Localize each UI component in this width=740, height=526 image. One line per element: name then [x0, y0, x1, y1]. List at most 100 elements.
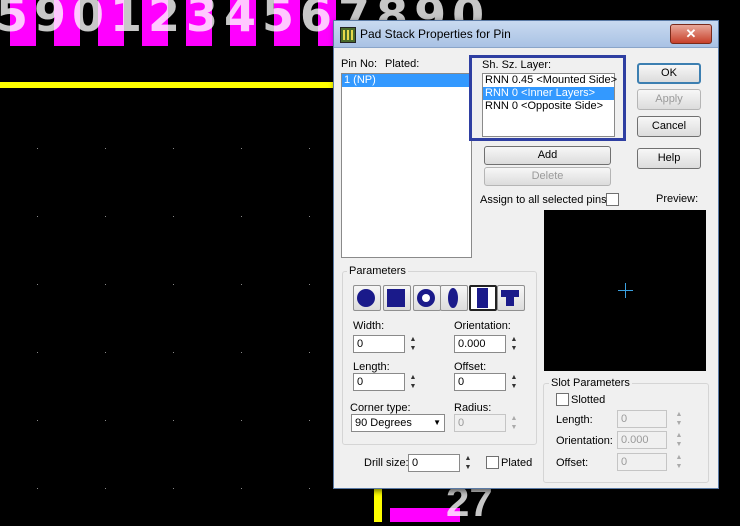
- radius-input[interactable]: 0: [454, 414, 506, 432]
- drill-size-spinner-icon[interactable]: ▲ ▼: [463, 454, 473, 472]
- slot-orientation-spinner-icon[interactable]: ▲ ▼: [674, 431, 684, 449]
- grid-dot: [37, 488, 38, 489]
- assign-all-label: Assign to all selected pins: [480, 194, 607, 206]
- grid-dot: [241, 216, 242, 217]
- grid-dot: [173, 216, 174, 217]
- offset-input[interactable]: 0: [454, 373, 506, 391]
- width-label: Width:: [353, 320, 385, 332]
- orientation-label: Orientation:: [454, 320, 511, 332]
- drill-plated-checkbox[interactable]: [486, 456, 499, 469]
- slot-length-spinner-icon[interactable]: ▲ ▼: [674, 410, 684, 428]
- slot-length-label: Length:: [556, 414, 593, 426]
- odd-shape-button[interactable]: [497, 285, 525, 311]
- orientation-input[interactable]: 0.000: [454, 335, 506, 353]
- rectangle-shape-icon: [477, 288, 488, 308]
- slot-offset-input[interactable]: 0: [617, 453, 667, 471]
- assign-all-checkbox[interactable]: [606, 193, 619, 206]
- width-input[interactable]: 0: [353, 335, 405, 353]
- slot-parameters-title: Slot Parameters: [549, 377, 632, 389]
- app-icon: [340, 27, 356, 43]
- pin-list[interactable]: 1 (NP): [341, 73, 472, 258]
- annular-shape-icon: [417, 289, 435, 307]
- title-bar[interactable]: Pad Stack Properties for Pin ✕: [334, 21, 718, 48]
- corner-type-label: Corner type:: [350, 402, 411, 414]
- grid-dot: [173, 148, 174, 149]
- chevron-down-icon: ▼: [433, 418, 441, 427]
- grid-dot: [37, 420, 38, 421]
- grid-dot: [37, 148, 38, 149]
- silkscreen-line: [0, 82, 340, 88]
- delete-button[interactable]: Delete: [484, 167, 611, 186]
- round-shape-button[interactable]: [353, 285, 381, 311]
- round-shape-icon: [357, 289, 375, 307]
- length-spinner-icon[interactable]: ▲ ▼: [408, 373, 418, 391]
- ok-button[interactable]: OK: [637, 63, 701, 84]
- grid-dot: [105, 216, 106, 217]
- annotation-highlight-box: [469, 55, 626, 141]
- grid-dot: [309, 284, 310, 285]
- grid-dot: [309, 488, 310, 489]
- rectangle-shape-button[interactable]: [469, 285, 497, 311]
- grid-dot: [105, 420, 106, 421]
- slot-orientation-input[interactable]: 0.000: [617, 431, 667, 449]
- grid-dot: [241, 488, 242, 489]
- add-button[interactable]: Add: [484, 146, 611, 165]
- grid-dot: [241, 352, 242, 353]
- length-label: Length:: [353, 361, 390, 373]
- slot-orientation-label: Orientation:: [556, 435, 613, 447]
- square-shape-icon: [387, 289, 405, 307]
- radius-label: Radius:: [454, 402, 492, 414]
- grid-dot: [309, 148, 310, 149]
- radius-spinner-icon[interactable]: ▲ ▼: [509, 414, 519, 432]
- grid-dot: [173, 284, 174, 285]
- apply-button[interactable]: Apply: [637, 89, 701, 110]
- slotted-checkbox[interactable]: [556, 393, 569, 406]
- offset-spinner-icon[interactable]: ▲ ▼: [509, 373, 519, 391]
- annular-shape-button[interactable]: [413, 285, 441, 311]
- grid-dot: [173, 488, 174, 489]
- grid-dot: [105, 488, 106, 489]
- pin-no-label: Pin No:: [341, 58, 378, 70]
- pin-list-item[interactable]: 1 (NP): [342, 74, 471, 87]
- grid-dot: [241, 284, 242, 285]
- grid-dot: [105, 148, 106, 149]
- grid-dot: [173, 352, 174, 353]
- orientation-spinner-icon[interactable]: ▲ ▼: [509, 335, 519, 353]
- width-spinner-icon[interactable]: ▲ ▼: [408, 335, 418, 353]
- grid-dot: [241, 148, 242, 149]
- odd-shape-icon: [501, 290, 519, 306]
- drill-size-label: Drill size:: [364, 457, 409, 469]
- grid-dot: [309, 352, 310, 353]
- grid-dot: [309, 420, 310, 421]
- cancel-button[interactable]: Cancel: [637, 116, 701, 137]
- length-input[interactable]: 0: [353, 373, 405, 391]
- silkscreen-line: [374, 488, 382, 522]
- preview-label: Preview:: [656, 193, 699, 205]
- help-button[interactable]: Help: [637, 148, 701, 169]
- crosshair-icon: [625, 283, 626, 298]
- drill-plated-label: Plated: [501, 457, 533, 469]
- square-shape-button[interactable]: [383, 285, 411, 311]
- pad-stack-dialog: Pad Stack Properties for Pin ✕ Pin No: P…: [333, 20, 719, 489]
- slotted-label: Slotted: [571, 394, 606, 406]
- close-button[interactable]: ✕: [670, 24, 712, 44]
- grid-dot: [105, 352, 106, 353]
- plated-label: Plated:: [385, 58, 420, 70]
- grid-dot: [37, 352, 38, 353]
- dialog-title: Pad Stack Properties for Pin: [360, 27, 511, 41]
- grid-dot: [105, 284, 106, 285]
- slot-length-input[interactable]: 0: [617, 410, 667, 428]
- slot-offset-label: Offset:: [556, 457, 589, 469]
- corner-type-value: 90 Degrees: [355, 417, 412, 429]
- pad-preview: [544, 210, 706, 371]
- oval-shape-button[interactable]: [440, 285, 468, 311]
- grid-dot: [37, 284, 38, 285]
- parameters-title: Parameters: [347, 265, 408, 277]
- corner-type-select[interactable]: 90 Degrees ▼: [351, 414, 445, 432]
- drill-size-input[interactable]: 0: [408, 454, 460, 472]
- grid-dot: [309, 216, 310, 217]
- offset-label: Offset:: [454, 361, 487, 373]
- slot-offset-spinner-icon[interactable]: ▲ ▼: [674, 453, 684, 471]
- grid-dot: [173, 420, 174, 421]
- oval-shape-icon: [448, 288, 458, 308]
